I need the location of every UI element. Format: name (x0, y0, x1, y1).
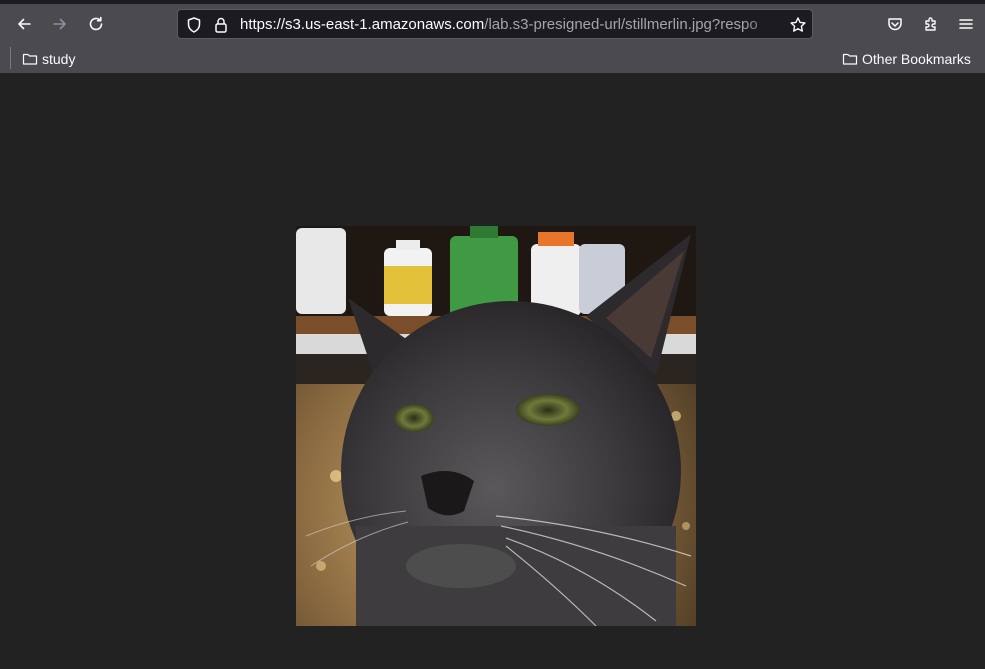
address-bar[interactable]: https://s3.us-east-1.amazonaws.com/lab.s… (177, 9, 813, 39)
cat-photo[interactable] (296, 226, 696, 626)
url-host: https://s3.us-east-1.amazonaws.com (240, 16, 485, 33)
bookmarks-separator (10, 47, 11, 69)
back-arrow-icon (18, 18, 31, 30)
bookmark-label: study (42, 51, 76, 67)
reload-button[interactable] (82, 10, 110, 38)
url-fade (743, 12, 788, 36)
lock-icon[interactable] (212, 16, 230, 34)
star-icon[interactable] (789, 16, 807, 34)
forward-button[interactable] (46, 10, 74, 38)
navigation-toolbar: https://s3.us-east-1.amazonaws.com/lab.s… (0, 4, 985, 44)
bookmark-folder-study[interactable]: study (22, 50, 75, 68)
url-path: /lab.s3-presigned-url/stillmerlin.jpg?re… (484, 16, 758, 33)
pocket-button[interactable] (881, 10, 909, 38)
extensions-button[interactable] (917, 10, 945, 38)
url-text[interactable]: https://s3.us-east-1.amazonaws.com/lab.s… (240, 16, 785, 34)
bookmark-folder-other[interactable]: Other Bookmarks (842, 50, 971, 68)
cat-photo-image (296, 226, 696, 626)
puzzle-icon (925, 17, 936, 31)
bookmarks-toolbar: study Other Bookmarks (0, 44, 985, 73)
hamburger-menu-icon (959, 19, 973, 29)
pocket-icon (888, 18, 902, 31)
folder-icon (842, 53, 858, 65)
shield-icon[interactable] (185, 16, 203, 34)
page-content (0, 73, 985, 669)
bookmark-label: Other Bookmarks (862, 51, 971, 67)
reload-icon (89, 16, 103, 31)
back-button[interactable] (10, 10, 38, 38)
folder-icon (22, 53, 38, 65)
app-menu-button[interactable] (952, 10, 980, 38)
forward-arrow-icon (53, 18, 66, 30)
